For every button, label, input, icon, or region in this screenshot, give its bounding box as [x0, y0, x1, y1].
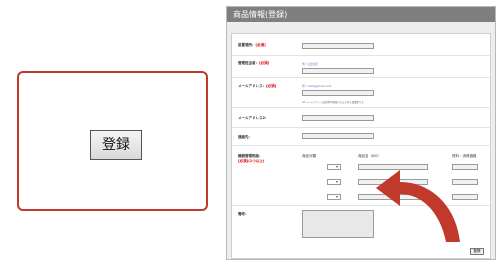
form-row-manager: 管理担当者：[必須] 例）山田太郎	[232, 56, 490, 78]
register-button[interactable]: 登録	[470, 248, 484, 255]
remarks-label: 備考：	[238, 212, 249, 216]
email2-input[interactable]	[302, 115, 374, 121]
email-hint: 例）mail@gelmani.info	[302, 85, 332, 88]
email-label: メールアドレス：	[238, 84, 266, 88]
manager-hint: 例）山田太郎	[302, 63, 318, 66]
qty-column-header: 資料・消費価格	[452, 154, 477, 158]
contact-label: 連絡先：	[238, 135, 252, 139]
form-row-email: メールアドレス：[必須] 例）mail@gelmani.info ※1 メールア…	[232, 78, 490, 108]
name-column-header: 商品名（NO）	[358, 154, 381, 158]
category-select-2[interactable]	[327, 179, 341, 185]
email2-label: メールアドレス2：	[238, 116, 269, 120]
form-row-location: 設置場所：[必須]	[232, 34, 490, 56]
category-select-3[interactable]	[327, 194, 341, 200]
category-select-1[interactable]	[327, 164, 341, 170]
form-row-email2: メールアドレス2：	[232, 108, 490, 128]
location-input[interactable]	[302, 43, 374, 49]
email-input[interactable]	[302, 90, 374, 96]
register-button-large[interactable]: 登録	[90, 130, 142, 160]
red-arrow-icon	[370, 160, 470, 250]
button-callout: 登録	[17, 71, 208, 211]
required-mark: [必須]	[255, 43, 266, 47]
required-mark: [必須]	[259, 61, 270, 65]
form-row-contact: 連絡先：	[232, 128, 490, 146]
manager-input[interactable]	[302, 68, 374, 74]
location-label: 設置場所：	[238, 43, 256, 47]
products-required: [必須](1つ以上)	[238, 159, 265, 163]
contact-input[interactable]	[302, 133, 374, 139]
category-column-header: 商品分類	[302, 154, 316, 158]
manager-label: 管理担当者：	[238, 61, 259, 65]
form-title: 商品情報(登録)	[227, 7, 495, 22]
required-mark: [必須]	[266, 84, 277, 88]
email-note: ※1 メールアドレスは検索時登録されるため大変重要です。	[302, 101, 366, 104]
remarks-textarea[interactable]	[302, 210, 374, 238]
